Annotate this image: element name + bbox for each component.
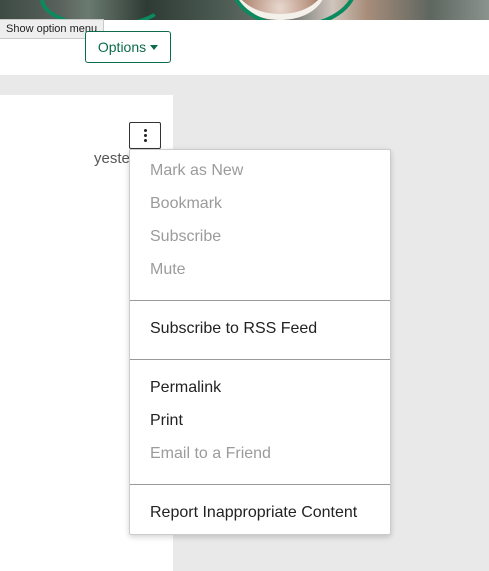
menu-item-mark-as-new[interactable]: Mark as New <box>150 159 243 183</box>
vertical-ellipsis-icon <box>143 129 147 132</box>
menu-item-email-friend[interactable]: Email to a Friend <box>150 442 271 466</box>
menu-item-mute[interactable]: Mute <box>150 258 186 282</box>
header-banner-image <box>0 0 489 20</box>
menu-item-subscribe-rss[interactable]: Subscribe to RSS Feed <box>150 317 317 341</box>
options-button[interactable]: Options <box>85 31 171 63</box>
banner-decoration <box>230 0 358 20</box>
post-timestamp: yeste <box>94 150 130 167</box>
menu-divider <box>130 484 390 485</box>
menu-item-bookmark[interactable]: Bookmark <box>150 192 222 216</box>
menu-divider <box>130 359 390 360</box>
caret-down-icon <box>150 45 159 50</box>
menu-divider <box>130 300 390 301</box>
vertical-ellipsis-icon <box>143 134 147 137</box>
menu-item-subscribe[interactable]: Subscribe <box>150 225 221 249</box>
menu-item-permalink[interactable]: Permalink <box>150 376 221 400</box>
option-dropdown-menu: Mark as New Bookmark Subscribe Mute Subs… <box>129 149 391 535</box>
menu-item-report-content[interactable]: Report Inappropriate Content <box>150 501 357 525</box>
vertical-ellipsis-icon <box>143 139 147 142</box>
option-menu-button[interactable] <box>129 122 161 149</box>
banner-decoration <box>40 0 168 20</box>
options-button-label: Options <box>97 39 147 55</box>
menu-item-print[interactable]: Print <box>150 409 183 433</box>
